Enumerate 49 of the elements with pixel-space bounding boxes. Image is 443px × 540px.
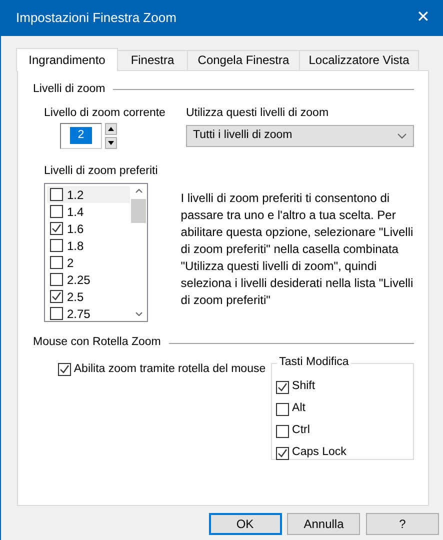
list-item[interactable]: 1.4 xyxy=(47,203,130,220)
checkbox[interactable] xyxy=(58,363,71,376)
checkbox[interactable] xyxy=(50,256,63,270)
dialog-button[interactable]: OK xyxy=(208,513,282,535)
chevron-down-icon[interactable] xyxy=(134,312,142,318)
list-item[interactable]: 2 xyxy=(47,254,130,272)
chevron-down-icon xyxy=(397,132,407,139)
checkbox-label: Abilita zoom tramite rotella del mouse xyxy=(74,363,266,377)
list-item[interactable]: 2.5 xyxy=(47,288,130,306)
field-label: Livello di zoom corrente xyxy=(44,106,166,121)
spin-up-button[interactable] xyxy=(104,122,117,135)
list-item[interactable]: 1.2 xyxy=(47,186,130,204)
dropdown[interactable]: Tutti i livelli di zoom xyxy=(186,124,414,147)
close-button[interactable]: ✕ xyxy=(403,0,443,36)
spin-down-button[interactable] xyxy=(104,136,117,149)
checkbox-label: Caps Lock xyxy=(292,446,346,460)
chevron-up-icon[interactable] xyxy=(134,188,142,194)
checkbox[interactable] xyxy=(50,307,63,320)
dialog-button[interactable]: Annulla xyxy=(287,513,360,535)
tab[interactable]: Ingrandimento xyxy=(16,48,118,71)
list-item[interactable]: 2.25 xyxy=(47,271,130,288)
checkbox[interactable] xyxy=(50,239,63,252)
section-heading: Mouse con Rotella Zoom xyxy=(33,336,161,350)
list-item[interactable]: 1.8 xyxy=(47,237,130,254)
dialog-button[interactable]: ? xyxy=(366,513,439,535)
checkbox-label: Shift xyxy=(292,380,316,394)
tab[interactable]: Localizzatore Vista xyxy=(299,50,419,70)
triangle-down-icon xyxy=(108,140,114,145)
description-text: I livelli di zoom preferiti ti consentono di passare tra uno e l'altro a tua scelta. Per abilitare questa opzione, selezionare "Livelli di zoom preferiti" nella casella combinata "Utilizza questi livelli di zoom", quindi seleziona i livelli desiderati nella lista "Livelli di zoom preferiti" xyxy=(180,190,414,309)
checkbox[interactable] xyxy=(276,446,290,460)
checkbox[interactable] xyxy=(50,273,63,286)
window-title: Impostazioni Finestra Zoom xyxy=(16,10,176,26)
checkbox[interactable] xyxy=(276,380,290,394)
field-label: Utilizza questi livelli di zoom xyxy=(186,106,330,121)
list-item[interactable]: 1.6 xyxy=(47,220,130,238)
number-field[interactable]: 2 xyxy=(60,122,102,149)
checkbox-label: Ctrl xyxy=(292,424,310,438)
checkbox[interactable] xyxy=(50,290,63,304)
checkbox-label: Alt xyxy=(292,402,306,416)
triangle-up-icon xyxy=(108,126,114,131)
checkbox[interactable] xyxy=(50,205,63,218)
scrollbar-thumb[interactable] xyxy=(131,199,146,224)
list-item[interactable]: 2.75 xyxy=(47,305,130,322)
checkbox[interactable] xyxy=(276,402,290,416)
checkbox[interactable] xyxy=(50,188,63,202)
checkbox[interactable] xyxy=(276,424,290,438)
section-heading: Livelli di zoom xyxy=(33,83,106,97)
field-label: Livelli di zoom preferiti xyxy=(44,164,158,178)
checkbox[interactable] xyxy=(50,222,63,236)
